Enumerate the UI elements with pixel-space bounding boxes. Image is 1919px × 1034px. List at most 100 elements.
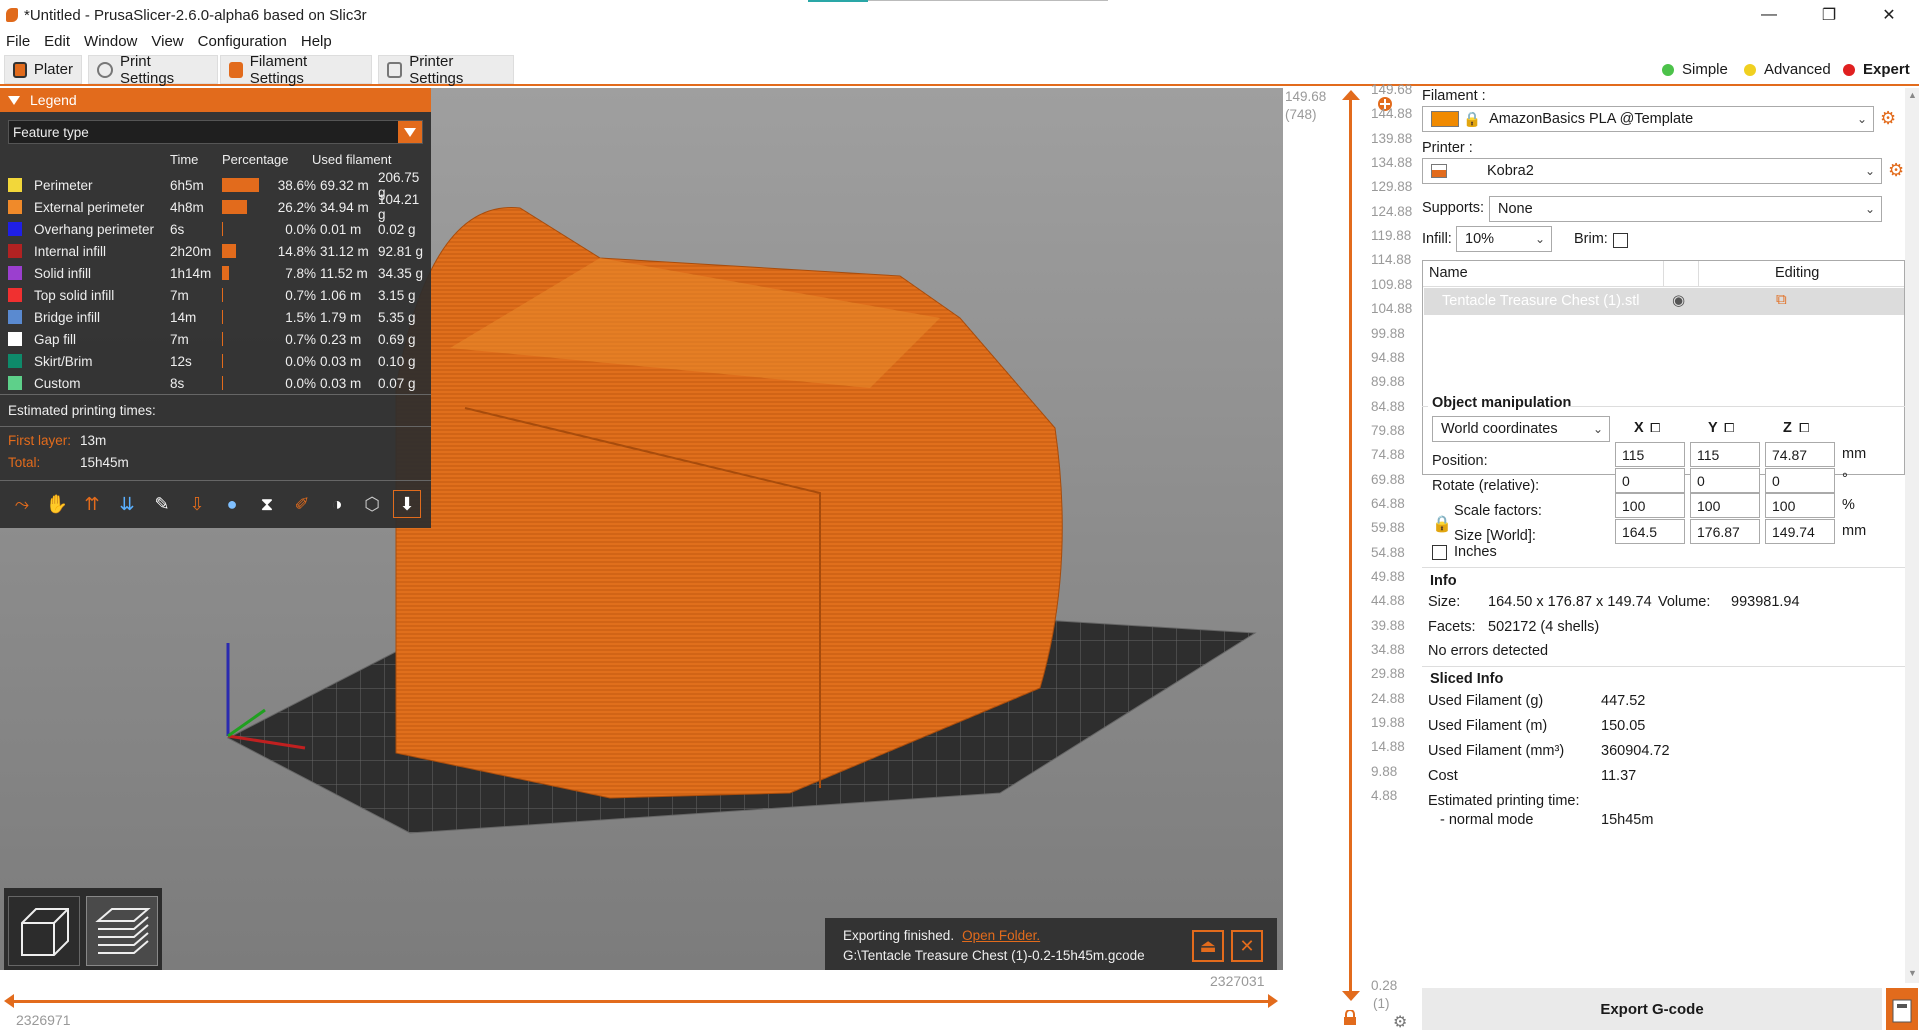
travel-icon[interactable]: ⤳ bbox=[8, 490, 36, 518]
tab-plater[interactable]: Plater bbox=[4, 55, 82, 84]
tool-marker-icon[interactable]: ⬇ bbox=[393, 490, 421, 518]
eject-button[interactable]: ⏏ bbox=[1192, 930, 1224, 962]
legend-row[interactable]: External perimeter 4h8m 26.2% 34.94 m 104.21… bbox=[8, 192, 428, 222]
maximize-button[interactable]: ❐ bbox=[1799, 0, 1859, 30]
object-row[interactable]: Tentacle Treasure Chest (1).stl ◉ ⧉ bbox=[1424, 288, 1904, 315]
close-window-button[interactable]: ✕ bbox=[1859, 0, 1919, 30]
menu-window[interactable]: Window bbox=[84, 33, 137, 50]
brim-checkbox[interactable] bbox=[1613, 233, 1628, 248]
scale-x-input[interactable]: 100 bbox=[1615, 493, 1685, 518]
rotate-y-input[interactable]: 0 bbox=[1690, 468, 1760, 493]
scale-lock-icon[interactable]: 🔒 bbox=[1432, 514, 1452, 534]
close-notification-button[interactable]: ✕ bbox=[1231, 930, 1263, 962]
scroll-down-icon[interactable]: ▼ bbox=[1908, 968, 1917, 978]
tab-filament-settings[interactable]: Filament Settings bbox=[220, 53, 372, 87]
menu-edit[interactable]: Edit bbox=[44, 33, 70, 50]
rotate-x-input[interactable]: 0 bbox=[1615, 468, 1685, 493]
legend-divider bbox=[0, 426, 431, 427]
mode-simple[interactable]: Simple bbox=[1662, 61, 1728, 78]
legend-row[interactable]: Skirt/Brim 12s 0.0% 0.03 m 0.10 g bbox=[8, 350, 428, 372]
wipe-icon[interactable]: ✋ bbox=[43, 490, 71, 518]
vslider-top-thumb[interactable] bbox=[1342, 90, 1360, 100]
filament-settings-cog-icon[interactable]: ⚙ bbox=[1880, 108, 1896, 129]
3d-view-button[interactable] bbox=[8, 896, 80, 966]
editing-column-header[interactable]: Editing bbox=[1775, 265, 1819, 281]
deretractions-icon[interactable]: ⇊ bbox=[113, 490, 141, 518]
size-x-input[interactable]: 164.5 bbox=[1615, 519, 1685, 544]
hslider-track[interactable] bbox=[8, 1000, 1274, 1003]
name-column-header[interactable]: Name bbox=[1429, 265, 1468, 281]
center-of-gravity-icon[interactable]: ◑ bbox=[323, 490, 351, 518]
legend-row[interactable]: Bridge infill 14m 1.5% 1.79 m 5.35 g bbox=[8, 306, 428, 328]
supports-label: Supports: bbox=[1422, 200, 1485, 216]
infill-combo[interactable]: 10% ⌄ bbox=[1456, 226, 1552, 252]
vertical-layer-slider[interactable]: 149.68 (748) 149.68 144.88 139.88 134.88 129… bbox=[1283, 82, 1418, 1032]
legend-feature-meters: 0.03 m bbox=[320, 353, 362, 369]
printer-combo[interactable]: Kobra2 ⌄ bbox=[1422, 158, 1882, 184]
vslider-track[interactable] bbox=[1349, 96, 1352, 996]
filament-combo[interactable]: 🔒 AmazonBasics PLA @Template ⌄ bbox=[1422, 106, 1874, 132]
tool-changes-icon[interactable]: ⇩ bbox=[183, 490, 211, 518]
legend-row[interactable]: Custom 8s 0.0% 0.03 m 0.07 g bbox=[8, 372, 428, 394]
position-x-input[interactable]: 115 bbox=[1615, 442, 1685, 467]
minimize-button[interactable]: — bbox=[1739, 0, 1799, 30]
inches-checkbox[interactable] bbox=[1432, 545, 1447, 560]
supports-combo[interactable]: None ⌄ bbox=[1489, 196, 1882, 222]
view-type-combo[interactable]: Feature type bbox=[8, 120, 423, 144]
pause-prints-icon[interactable]: ⧗ bbox=[253, 490, 281, 518]
hslider-left-thumb[interactable] bbox=[4, 994, 14, 1008]
sd-card-icon bbox=[1892, 999, 1912, 1023]
legend-row[interactable]: Perimeter 6h5m 38.6% 69.32 m 206.75 g bbox=[8, 170, 428, 200]
supports-value: None bbox=[1498, 201, 1533, 217]
menu-view[interactable]: View bbox=[151, 33, 183, 50]
position-z-input[interactable]: 74.87 bbox=[1765, 442, 1835, 467]
3d-viewport[interactable]: Legend Feature type Time Percentage Used… bbox=[0, 88, 1283, 970]
legend-row[interactable]: Overhang perimeter 6s 0.0% 0.01 m 0.02 g bbox=[8, 218, 428, 240]
legend-row[interactable]: Gap fill 7m 0.7% 0.23 m 0.69 g bbox=[8, 328, 428, 350]
legend-row[interactable]: Top solid infill 7m 0.7% 1.06 m 3.15 g bbox=[8, 284, 428, 306]
lock-icon[interactable] bbox=[1343, 1010, 1357, 1026]
legend-row[interactable]: Solid infill 1h14m 7.8% 11.52 m 34.35 g bbox=[8, 262, 428, 284]
menu-help[interactable]: Help bbox=[301, 33, 332, 50]
legend-header[interactable]: Legend bbox=[0, 88, 431, 112]
coordinates-combo[interactable]: World coordinates ⌄ bbox=[1432, 416, 1610, 442]
preview-layers-button[interactable] bbox=[86, 896, 158, 966]
shells-icon[interactable]: ⬡ bbox=[358, 490, 386, 518]
tab-printer-settings[interactable]: Printer Settings bbox=[378, 53, 514, 87]
tab-print-settings[interactable]: Print Settings bbox=[88, 53, 218, 87]
edit-settings-icon[interactable]: ⧉ bbox=[1776, 291, 1787, 308]
scroll-up-icon[interactable]: ▲ bbox=[1908, 90, 1917, 100]
custom-gcodes-icon[interactable]: ✐ bbox=[288, 490, 316, 518]
color-changes-icon[interactable]: ● bbox=[218, 490, 246, 518]
legend-feature-time: 4h8m bbox=[170, 199, 204, 215]
legend-color-swatch bbox=[8, 354, 22, 368]
retractions-icon[interactable]: ⇈ bbox=[78, 490, 106, 518]
open-folder-link[interactable]: Open Folder. bbox=[962, 928, 1040, 943]
scale-z-input[interactable]: 100 bbox=[1765, 493, 1835, 518]
drop-to-bed-z-icon[interactable]: ⧠ bbox=[1799, 420, 1809, 436]
menu-file[interactable]: File bbox=[6, 33, 30, 50]
rotate-z-input[interactable]: 0 bbox=[1765, 468, 1835, 493]
horizontal-move-slider[interactable]: 2327031 2326971 bbox=[0, 970, 1283, 1030]
vslider-bottom-thumb[interactable] bbox=[1342, 991, 1360, 1001]
send-to-printer-button[interactable] bbox=[1886, 988, 1918, 1030]
menu-configuration[interactable]: Configuration bbox=[198, 33, 287, 50]
legend-row[interactable]: Internal infill 2h20m 14.8% 31.12 m 92.81 g bbox=[8, 240, 428, 262]
size-z-input[interactable]: 149.74 bbox=[1765, 519, 1835, 544]
position-y-input[interactable]: 115 bbox=[1690, 442, 1760, 467]
export-gcode-button[interactable]: Export G-code bbox=[1422, 988, 1882, 1030]
info-volume-label: Volume: bbox=[1658, 594, 1711, 610]
sidebar-scrollbar[interactable]: ▲ ▼ bbox=[1905, 88, 1919, 983]
mode-advanced[interactable]: Advanced bbox=[1744, 61, 1831, 78]
scale-y-input[interactable]: 100 bbox=[1690, 493, 1760, 518]
hslider-right-thumb[interactable] bbox=[1268, 994, 1278, 1008]
size-y-input[interactable]: 176.87 bbox=[1690, 519, 1760, 544]
eye-icon[interactable]: ◉ bbox=[1672, 291, 1685, 309]
vslider-settings-cog-icon[interactable]: ⚙ bbox=[1393, 1012, 1407, 1032]
view-type-dropdown-button[interactable] bbox=[398, 121, 422, 143]
printer-settings-cog-icon[interactable]: ⚙ bbox=[1888, 160, 1904, 181]
drop-to-bed-x-icon[interactable]: ⧠ bbox=[1650, 420, 1660, 436]
drop-to-bed-y-icon[interactable]: ⧠ bbox=[1724, 420, 1734, 436]
mode-expert[interactable]: Expert bbox=[1843, 61, 1910, 78]
seams-icon[interactable]: ✎ bbox=[148, 490, 176, 518]
